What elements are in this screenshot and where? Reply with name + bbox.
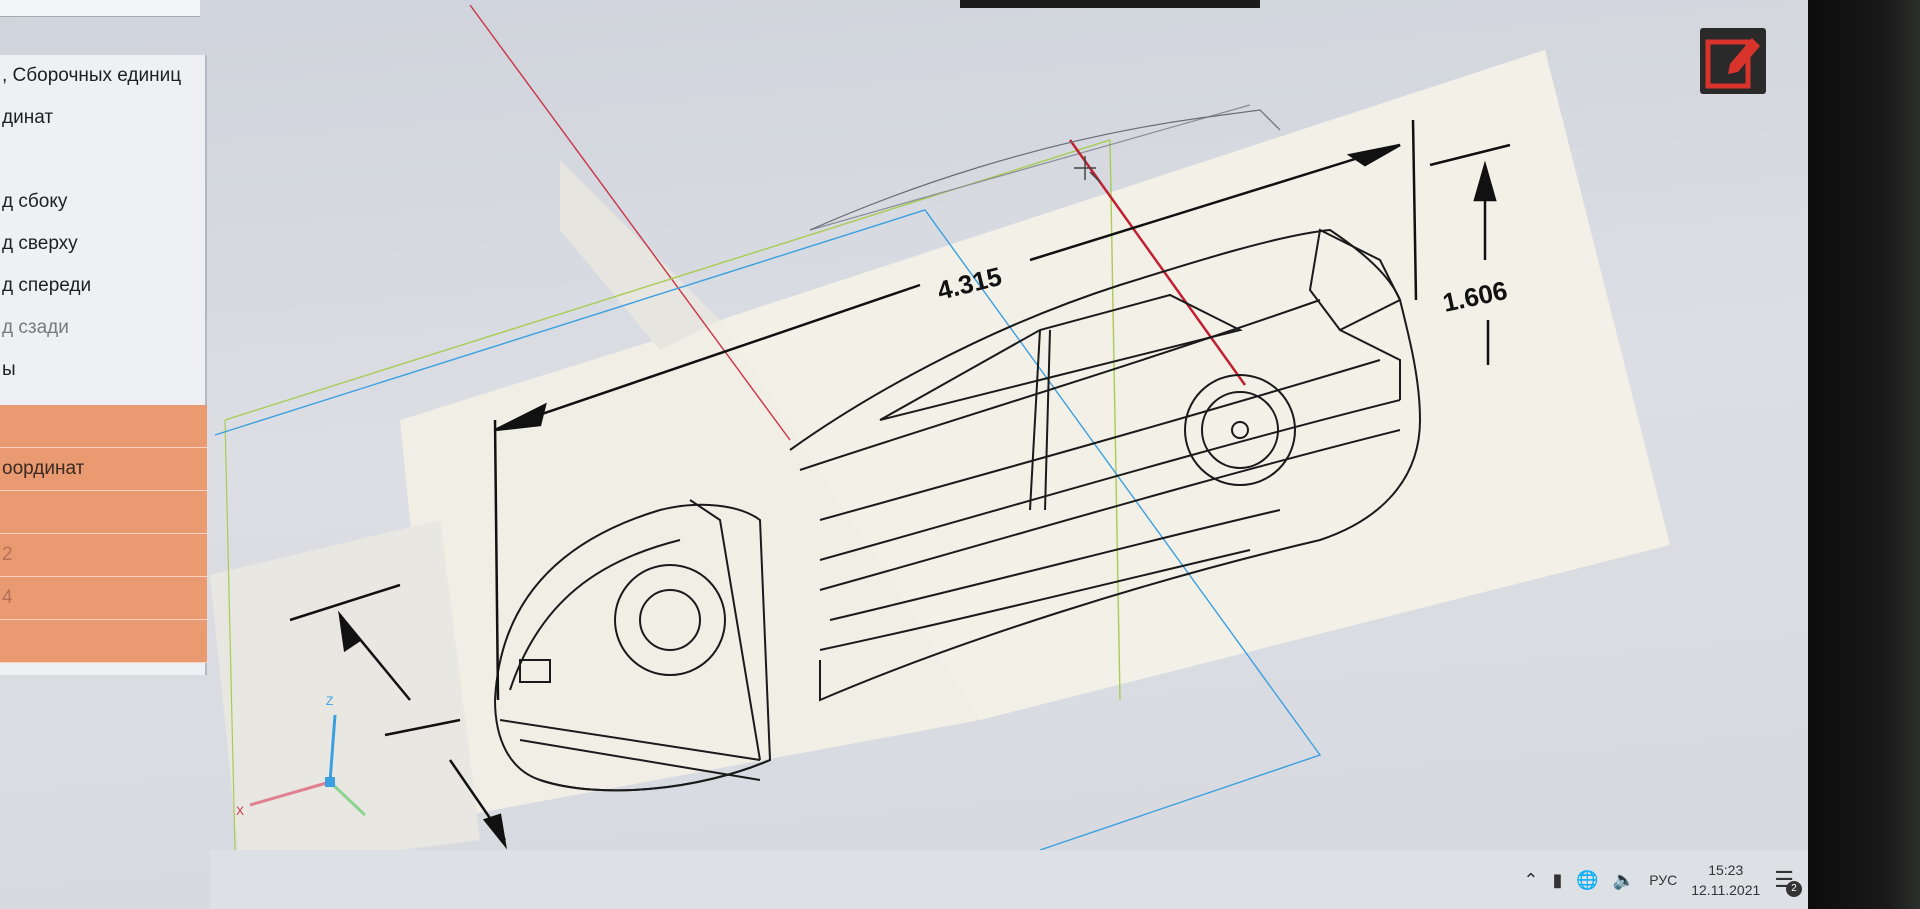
panel-item-blank[interactable]: [0, 139, 207, 181]
language-indicator[interactable]: РУС: [1649, 872, 1677, 888]
system-tray: ⌃ ▮ 🌐 🔈 РУС 15:23 12.11.2021 ☰ 2: [1523, 856, 1802, 904]
panel-item-orange-5[interactable]: 4: [0, 577, 207, 620]
panel-item-orange-1[interactable]: [0, 405, 207, 448]
chevron-up-icon[interactable]: ⌃: [1523, 870, 1538, 891]
top-toolbar-strip: [960, 0, 1260, 8]
taskbar: ⌃ ▮ 🌐 🔈 РУС 15:23 12.11.2021 ☰ 2: [210, 850, 1808, 909]
monitor-bezel: [1808, 0, 1920, 909]
panel-item-coordinates[interactable]: динат: [0, 97, 207, 139]
crosshair-cursor: [1074, 156, 1101, 183]
x-axis-label: X: [236, 804, 244, 818]
panel-item-misc[interactable]: ы: [0, 349, 207, 391]
left-view-panel: , Сборочных единиц динат д сбоку д сверх…: [0, 55, 207, 675]
clock[interactable]: 15:23 12.11.2021: [1691, 860, 1760, 900]
speaker-icon[interactable]: 🔈: [1613, 870, 1635, 891]
panel-item-top-view[interactable]: д сверху: [0, 223, 207, 265]
floor-plane: [210, 520, 480, 850]
cad-scene[interactable]: 4.315 1.606 X Z: [0, 0, 1808, 850]
globe-icon[interactable]: 🌐: [1576, 870, 1598, 891]
panel-item-orange-4[interactable]: 2: [0, 534, 207, 577]
panel-item-assembly-units[interactable]: , Сборочных единиц: [0, 55, 207, 97]
shadow-plane: [560, 160, 720, 350]
cad-viewport[interactable]: 4.315 1.606 X Z: [0, 0, 1920, 909]
panel-item-side-view[interactable]: д сбоку: [0, 181, 207, 223]
notification-icon[interactable]: ☰ 2: [1774, 867, 1802, 897]
panel-item-front-view[interactable]: д спереди: [0, 265, 207, 307]
panel-item-rear-view[interactable]: д сзади: [0, 307, 207, 349]
notification-count: 2: [1786, 881, 1802, 897]
z-axis-label: Z: [326, 694, 333, 708]
edit-icon[interactable]: [1700, 28, 1766, 94]
battery-icon[interactable]: ▮: [1552, 870, 1562, 891]
clock-date: 12.11.2021: [1691, 882, 1761, 898]
panel-item-orange-6[interactable]: [0, 620, 207, 663]
clock-time: 15:23: [1708, 862, 1744, 878]
panel-item-coordinate-system[interactable]: оординат: [0, 448, 207, 491]
top-panel-strip: [0, 0, 200, 17]
panel-item-orange-3[interactable]: [0, 491, 207, 534]
